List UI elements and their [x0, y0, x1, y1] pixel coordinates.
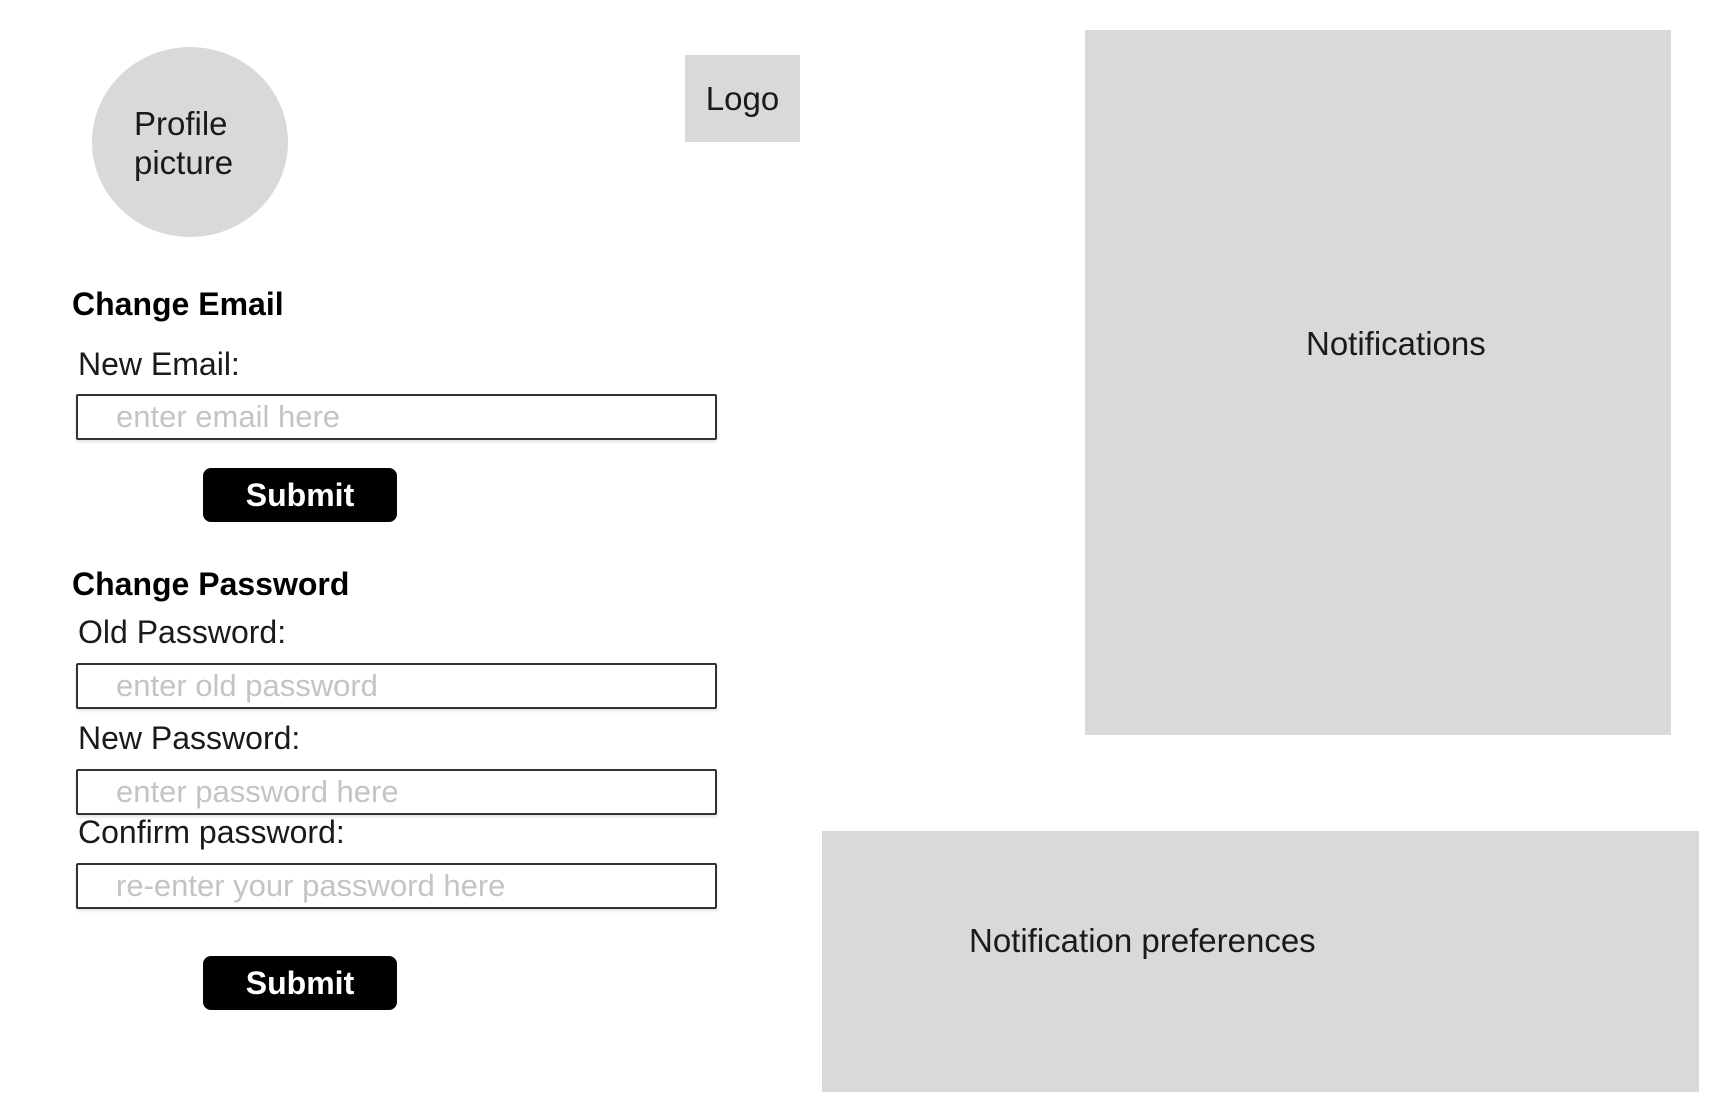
profile-picture-label: Profile picture — [134, 105, 234, 181]
confirm-password-input[interactable] — [76, 863, 717, 909]
new-password-label: New Password: — [78, 720, 301, 756]
new-email-label: New Email: — [78, 346, 240, 382]
new-email-input[interactable] — [76, 394, 717, 440]
email-submit-button[interactable]: Submit — [203, 468, 397, 522]
change-password-heading: Change Password — [72, 566, 350, 602]
notification-preferences-label: Notification preferences — [969, 922, 1316, 959]
notifications-panel — [1085, 30, 1671, 735]
logo: Logo — [685, 55, 800, 142]
old-password-label: Old Password: — [78, 614, 287, 650]
notifications-label: Notifications — [1306, 325, 1486, 362]
new-password-input[interactable] — [76, 769, 717, 815]
old-password-input[interactable] — [76, 663, 717, 709]
password-submit-button[interactable]: Submit — [203, 956, 397, 1010]
change-email-heading: Change Email — [72, 286, 284, 322]
confirm-password-label: Confirm password: — [78, 814, 345, 850]
notification-preferences-panel — [822, 831, 1699, 1092]
logo-label: Logo — [705, 79, 780, 117]
